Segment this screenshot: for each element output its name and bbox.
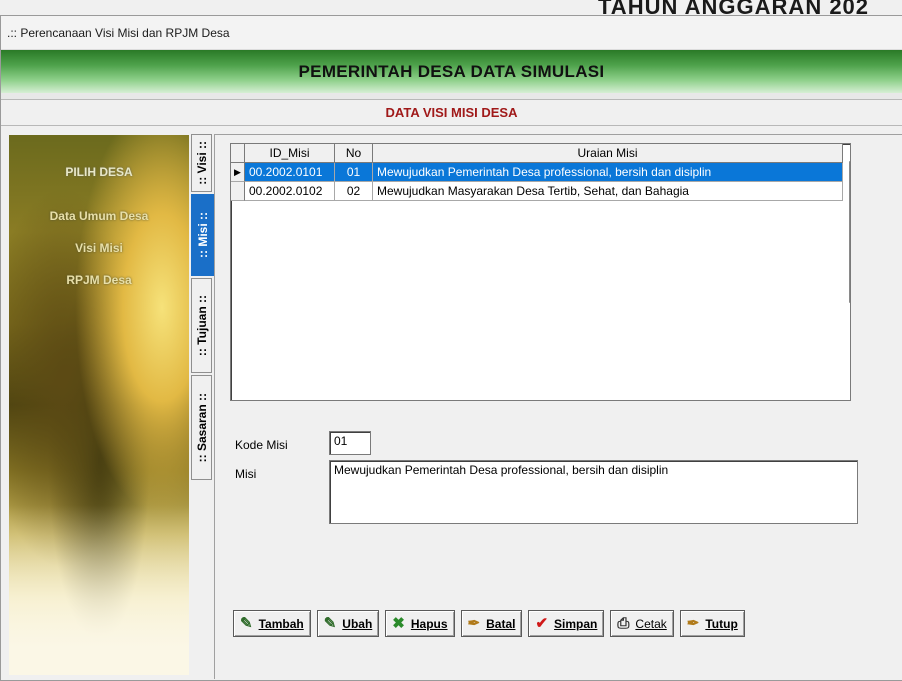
delete-icon: ✖ [392,615,405,632]
tab-misi-label: :: Misi :: [195,212,210,258]
grid-header-indicator [231,144,245,163]
tab-tujuan[interactable]: :: Tujuan :: [191,278,212,373]
sidebar-image: PILIH DESA Data Umum Desa Visi Misi RPJM… [9,135,189,675]
tab-visi-label: :: Visi :: [194,141,209,185]
close-icon: ✒ [686,615,700,632]
ubah-button[interactable]: ✎ Ubah [316,610,380,637]
vertical-tabs: :: Visi :: :: Misi :: :: Tujuan :: :: Sa… [191,134,214,482]
column-header-no[interactable]: No [335,144,373,163]
hapus-button[interactable]: ✖ Hapus [385,610,455,637]
window-title: .:: Perencanaan Visi Misi dan RPJM Desa [7,25,230,40]
sidebar-item-data-umum-desa[interactable]: Data Umum Desa [9,209,189,223]
misi-textarea[interactable]: Mewujudkan Pemerintah Desa professional,… [329,460,858,524]
sidebar-title[interactable]: PILIH DESA [9,165,189,179]
ubah-label: Ubah [342,616,373,631]
simpan-button[interactable]: ✔ Simpan [528,610,605,637]
batal-label: Batal [486,616,516,631]
grid-vertical-scrollbar[interactable] [849,161,850,303]
printer-icon: ⎙ [617,615,630,632]
row-indicator-icon: ▶ [231,163,245,182]
banner-title: PEMERINTAH DESA DATA SIMULASI [298,61,605,81]
section-subtitle: DATA VISI MISI DESA [1,99,902,126]
kode-misi-label: Kode Misi [235,438,288,452]
subtitle-text: DATA VISI MISI DESA [385,105,518,120]
table-row[interactable]: ▶ 00.2002.0101 01 Mewujudkan Pemerintah … [231,163,850,182]
window-titlebar: .:: Perencanaan Visi Misi dan RPJM Desa [1,16,902,50]
cetak-button[interactable]: ⎙ Cetak [610,610,674,637]
sidebar-menu: PILIH DESA Data Umum Desa Visi Misi RPJM… [9,165,189,305]
action-toolbar: ✎ Tambah ✎ Ubah ✖ Hapus ✒ Batal ✔ Simpan… [233,610,751,637]
tutup-label: Tutup [705,616,738,631]
cell-id-misi[interactable]: 00.2002.0101 [245,163,335,182]
sidebar-item-rpjm-desa[interactable]: RPJM Desa [9,273,189,287]
tab-tujuan-label: :: Tujuan :: [194,294,209,357]
hapus-label: Hapus [410,616,448,631]
edit-icon: ✎ [323,615,337,632]
cell-no[interactable]: 02 [335,182,373,201]
grid-header: ID_Misi No Uraian Misi [231,144,850,163]
add-icon: ✎ [240,615,253,632]
tab-sasaran-label: :: Sasaran :: [194,392,209,463]
cell-uraian-misi[interactable]: Mewujudkan Pemerintah Desa professional,… [373,163,843,182]
misi-label: Misi [235,467,257,481]
tab-visi[interactable]: :: Visi :: [191,134,212,192]
cell-no[interactable]: 01 [335,163,373,182]
tab-sasaran[interactable]: :: Sasaran :: [191,375,212,480]
cetak-label: Cetak [635,616,667,631]
cell-uraian-misi[interactable]: Mewujudkan Masyarakan Desa Tertib, Sehat… [373,182,843,201]
header-banner: PEMERINTAH DESA DATA SIMULASI [1,50,902,93]
simpan-label: Simpan [554,616,598,631]
row-indicator [231,182,245,201]
misi-panel: ID_Misi No Uraian Misi ▶ 00.2002.0101 01… [214,134,902,679]
sidebar-image-fade [9,505,189,675]
body-area: PILIH DESA Data Umum Desa Visi Misi RPJM… [1,126,902,681]
cancel-icon: ✒ [467,615,481,632]
tutup-button[interactable]: ✒ Tutup [679,610,745,637]
main-window: .:: Perencanaan Visi Misi dan RPJM Desa … [0,15,902,681]
tambah-label: Tambah [258,616,304,631]
batal-button[interactable]: ✒ Batal [460,610,523,637]
column-header-id-misi[interactable]: ID_Misi [245,144,335,163]
tambah-button[interactable]: ✎ Tambah [233,610,311,637]
sidebar-item-visi-misi[interactable]: Visi Misi [9,241,189,255]
tab-misi[interactable]: :: Misi :: [191,194,214,276]
kode-misi-input[interactable]: 01 [329,431,371,455]
cell-id-misi[interactable]: 00.2002.0102 [245,182,335,201]
column-header-uraian-misi[interactable]: Uraian Misi [373,144,843,163]
table-row[interactable]: 00.2002.0102 02 Mewujudkan Masyarakan De… [231,182,850,201]
check-icon: ✔ [535,615,549,632]
misi-grid[interactable]: ID_Misi No Uraian Misi ▶ 00.2002.0101 01… [230,143,851,401]
